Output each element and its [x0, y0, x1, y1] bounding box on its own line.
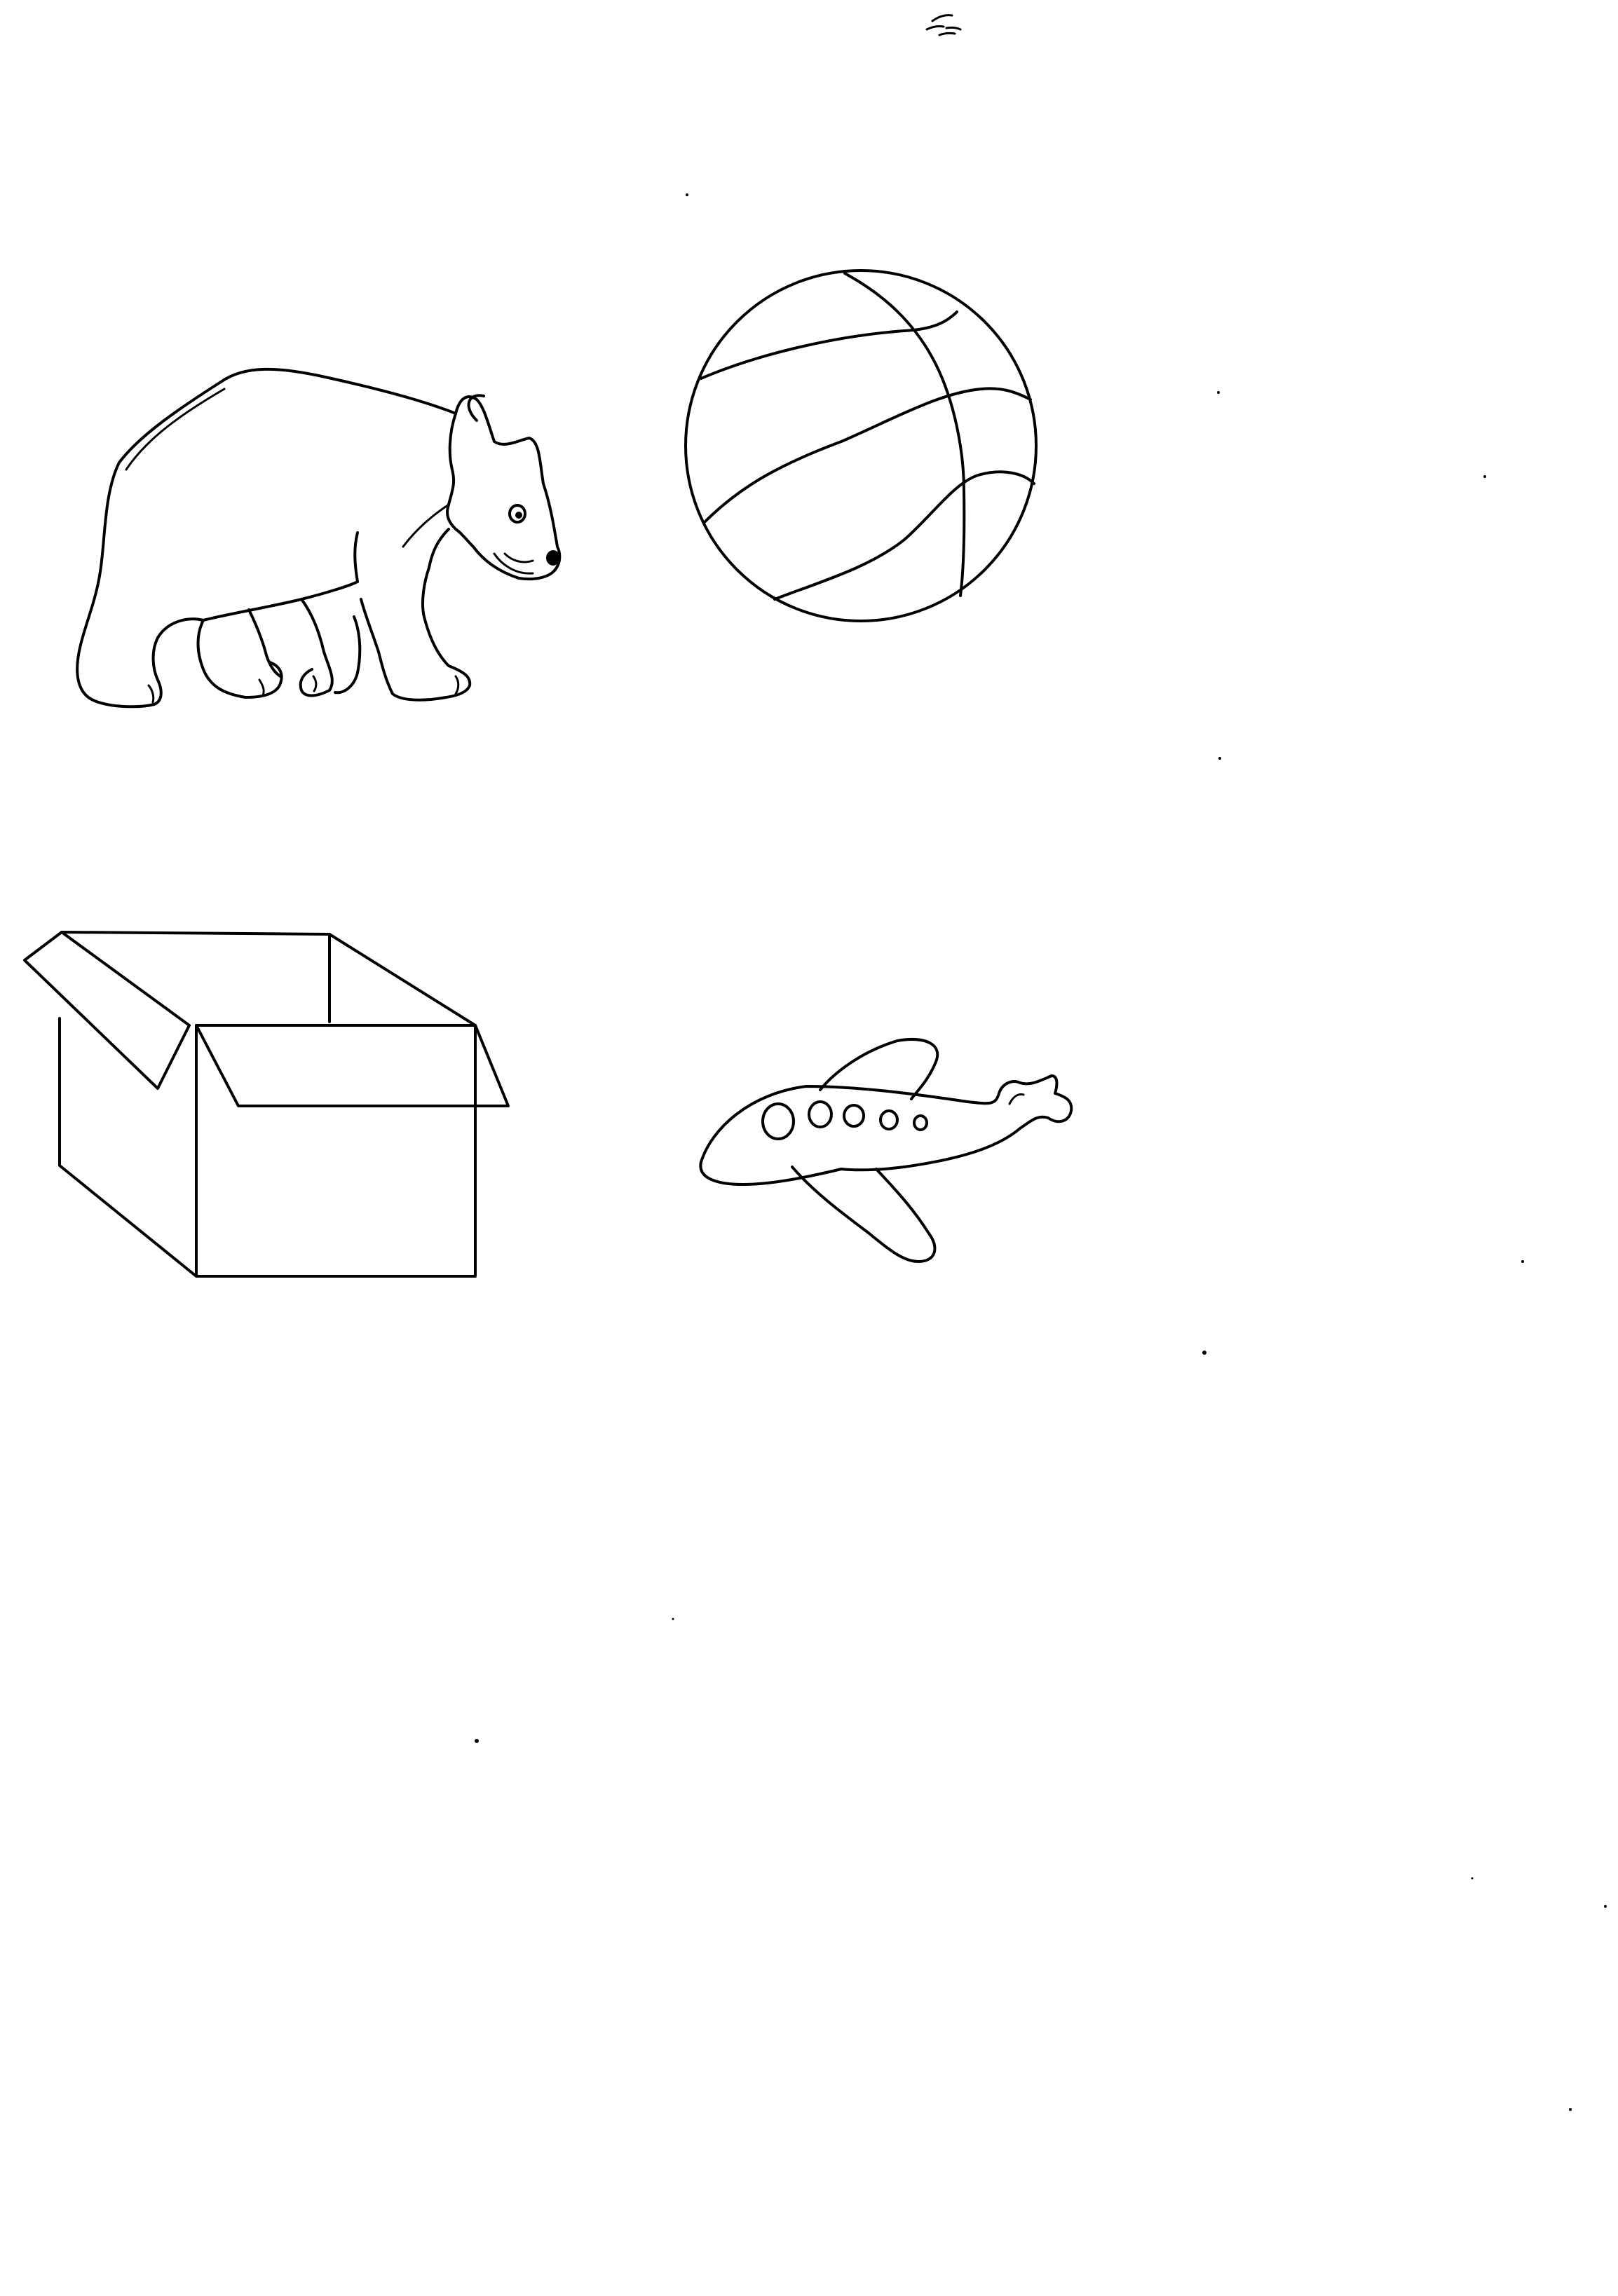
scan-specks — [475, 193, 1607, 2111]
pen-scribble-mark — [925, 14, 962, 36]
worksheet-drawing — [23, 14, 1607, 2111]
ball-icon — [684, 269, 1038, 622]
box-icon — [23, 931, 510, 1278]
bear-icon — [76, 367, 562, 709]
airplane-icon — [699, 1038, 1073, 1263]
worksheet-page — [0, 0, 1618, 2296]
